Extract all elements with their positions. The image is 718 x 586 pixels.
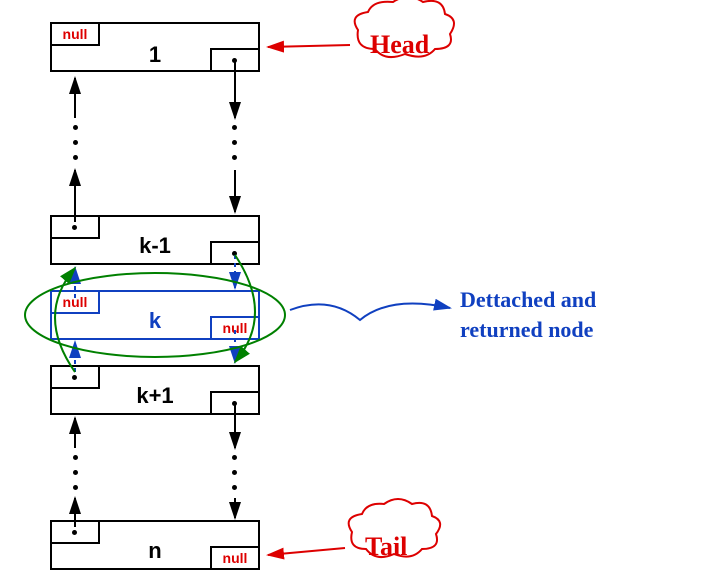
head-callout-label: Head [370,30,429,60]
null-text: null [223,550,248,566]
ellipsis-dots-bottom-right [232,455,237,490]
tail-arrow [268,548,345,555]
node-head: null 1 [50,22,260,72]
null-text: null [63,26,88,42]
detached-annotation-arrow [290,304,450,320]
ellipsis-dots-top-right [232,125,237,160]
detached-annotation-line2: returned node [460,317,593,342]
null-text: null [223,320,248,336]
detached-annotation-line1: Dettached and [460,287,596,312]
detached-annotation: Dettached and returned node [460,285,596,344]
node-k-next-slot: null [210,316,260,340]
node-kp1-next-slot [210,391,260,415]
node-km1-next-slot [210,241,260,265]
node-k-minus-1: k-1 [50,215,260,265]
ellipsis-dots-top-left [73,125,78,160]
node-head-next-slot [210,48,260,72]
tail-callout-label: Tail [365,532,407,562]
ellipsis-dots-bottom-left [73,455,78,490]
head-arrow [268,45,350,47]
node-k-plus-1: k+1 [50,365,260,415]
node-tail-next-slot: null [210,546,260,570]
node-k-detached: null k null [50,290,260,340]
node-tail: n null [50,520,260,570]
